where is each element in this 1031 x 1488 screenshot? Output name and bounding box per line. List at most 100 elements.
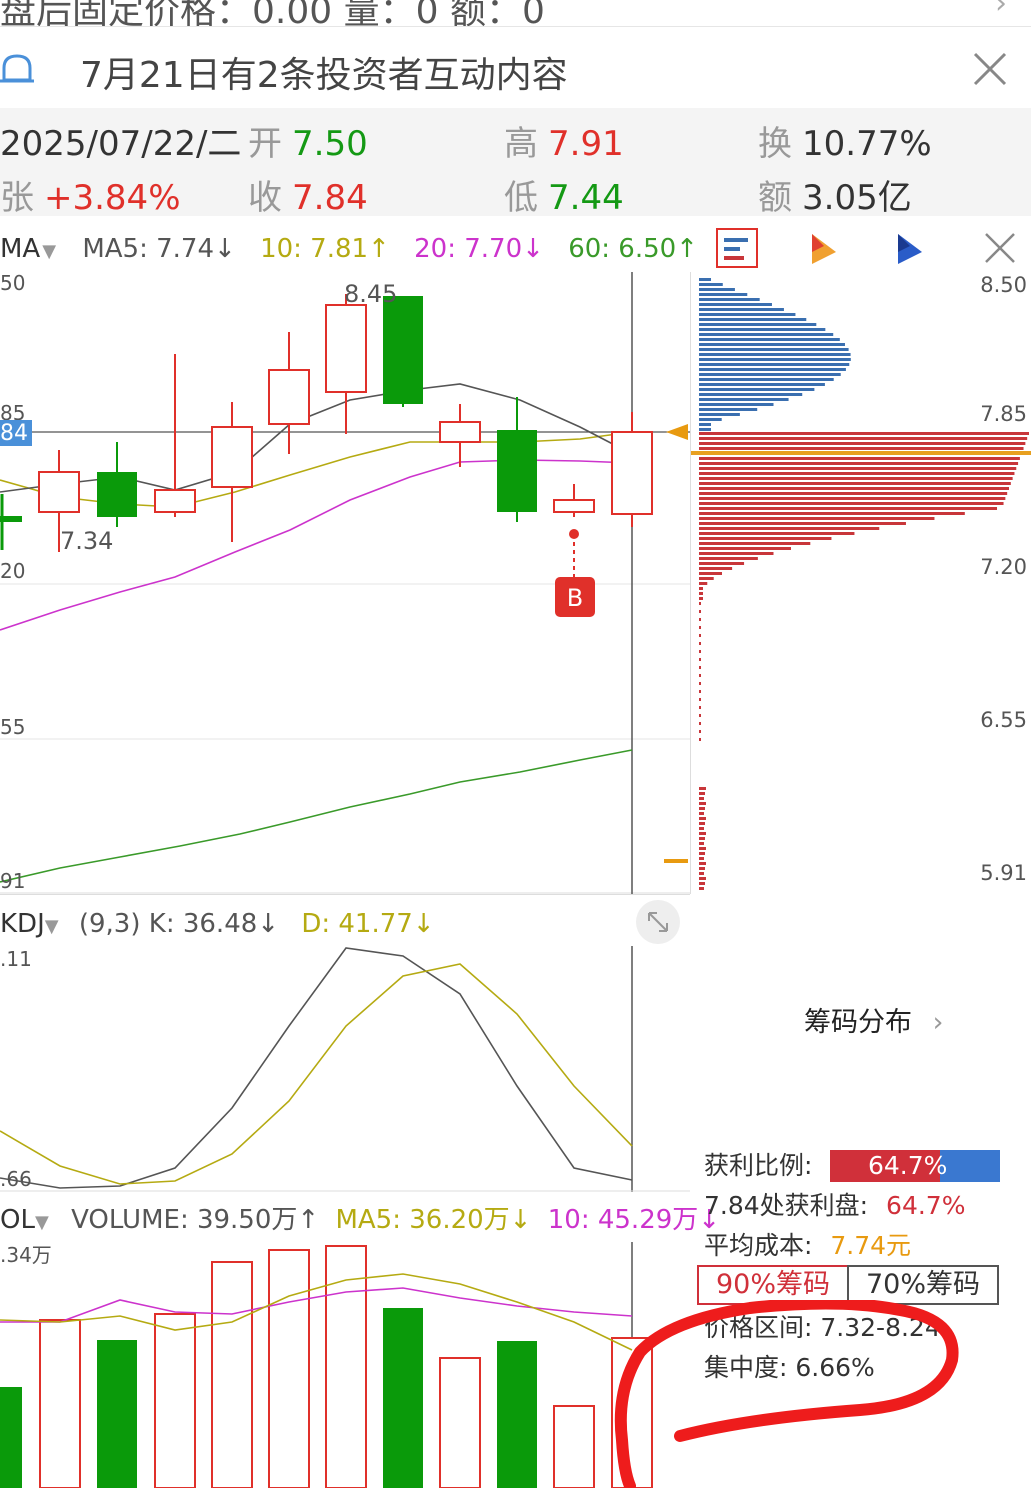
volume-value: VOLUME: 39.50万↑ bbox=[71, 1205, 320, 1235]
ma5-line bbox=[0, 383, 633, 493]
chip-bar bbox=[699, 807, 705, 810]
candle bbox=[439, 404, 481, 467]
chip-bar bbox=[699, 847, 706, 850]
chip-bar bbox=[699, 437, 1028, 440]
profit-ratio-bar: 64.7% bbox=[830, 1150, 1000, 1182]
chip-bar bbox=[699, 368, 846, 371]
candle bbox=[268, 332, 310, 454]
chip-bar bbox=[699, 674, 701, 677]
chip-distribution-chart[interactable]: 8.50 7.85 7.20 6.55 5.91 bbox=[691, 272, 1031, 894]
volume-bar bbox=[39, 1319, 81, 1488]
high-annotation: 8.45 bbox=[344, 280, 397, 308]
chip-y-label: 7.20 bbox=[980, 555, 1027, 579]
avg-cost-row: 平均成本: 7.74元 bbox=[704, 1226, 911, 1262]
y-label: 50 bbox=[0, 272, 25, 295]
volume-indicator-bar: OL▼ VOLUME: 39.50万↑ MA5: 36.20万↓ 10: 45.… bbox=[0, 1200, 720, 1240]
quote-panel: 2025/07/22/二 开 7.50 高 7.91 换 10.77% 张 +3.84%… bbox=[0, 108, 1031, 219]
chip-distribution-tab-icon[interactable] bbox=[716, 228, 758, 268]
kdj-k-value: K: 36.48↓ bbox=[148, 909, 280, 939]
chip-bar bbox=[699, 862, 706, 865]
kdj-y-top: .11 bbox=[0, 947, 32, 971]
low-label: 低 bbox=[504, 178, 538, 218]
chip-bar bbox=[699, 323, 817, 326]
chip-bar bbox=[699, 837, 705, 840]
chip-bar bbox=[699, 348, 849, 351]
chip-bar bbox=[699, 682, 701, 685]
chip-bar bbox=[699, 298, 760, 301]
profit-at-row: 7.84处获利盘: 64.7% bbox=[704, 1186, 965, 1222]
open-price: 开 7.50 bbox=[248, 116, 368, 165]
kdj-selector[interactable]: KDJ▼ bbox=[0, 909, 59, 939]
chip-bar bbox=[699, 512, 965, 515]
tab-90-chips[interactable]: 90%筹码 bbox=[697, 1265, 849, 1305]
ma60-value: 60: 6.50↑ bbox=[568, 234, 698, 264]
chip-bar bbox=[699, 388, 815, 391]
chevron-right-icon: › bbox=[932, 1007, 944, 1038]
chip-bar bbox=[699, 373, 841, 376]
chip-bar bbox=[699, 877, 706, 880]
ma10-line bbox=[0, 431, 633, 508]
volume-bar bbox=[439, 1357, 481, 1488]
close-value: 7.84 bbox=[292, 178, 368, 218]
close-price: 收 7.84 bbox=[248, 170, 368, 219]
dropdown-icon: ▼ bbox=[44, 916, 59, 937]
notice-text: 7月21日有2条投资者互动内容 bbox=[80, 55, 568, 96]
ma20-value: 20: 7.70↓ bbox=[414, 234, 544, 264]
current-price-label: 84 bbox=[0, 421, 28, 446]
chip-bar bbox=[699, 288, 735, 291]
chip-bar bbox=[699, 383, 825, 386]
chevron-right-icon[interactable]: › bbox=[995, 0, 1007, 21]
top-info-text: 盘后固定价格：0.00 量：0 额：0 bbox=[0, 0, 545, 27]
chip-bar bbox=[699, 428, 711, 431]
investor-notice-bar[interactable]: 7月21日有2条投资者互动内容 bbox=[0, 30, 1031, 109]
kdj-indicator-bar: KDJ▼ (9,3) K: 36.48↓ D: 41.77↓ bbox=[0, 904, 435, 944]
profit-ratio-label: 获利比例: bbox=[704, 1151, 813, 1180]
volume-bar bbox=[268, 1249, 310, 1488]
close-icon[interactable] bbox=[973, 52, 1007, 86]
candle bbox=[154, 354, 196, 517]
chip-bar bbox=[699, 634, 701, 637]
chip-bar bbox=[699, 542, 811, 545]
avg-cost-value: 7.74元 bbox=[830, 1231, 912, 1260]
candle bbox=[211, 402, 253, 542]
tab-70-chips[interactable]: 70%筹码 bbox=[847, 1265, 999, 1305]
profit-ratio-value: 64.7% bbox=[868, 1151, 948, 1180]
blue-chip-icon[interactable] bbox=[890, 228, 930, 268]
orange-chip-icon[interactable] bbox=[804, 228, 844, 268]
kline-chart[interactable]: B 8.45 7.34 50 85 84 20 55 91 bbox=[0, 272, 690, 894]
chip-bar bbox=[699, 403, 774, 406]
chip-bar bbox=[699, 547, 791, 550]
ma-selector[interactable]: MA ▼ bbox=[0, 234, 58, 264]
close-panel-icon[interactable] bbox=[984, 232, 1016, 264]
chip-distribution-link[interactable]: 筹码分布 › bbox=[804, 1000, 943, 1039]
top-info-strip: 盘后固定价格：0.00 量：0 额：0 › bbox=[0, 0, 1031, 27]
candle bbox=[383, 296, 423, 407]
chip-bar bbox=[699, 537, 832, 540]
ma-indicator-bar: MA ▼ MA5: 7.74↓ 10: 7.81↑ 20: 7.70↓ 60: 6… bbox=[0, 228, 698, 270]
expand-button[interactable] bbox=[636, 900, 680, 944]
chip-bar bbox=[699, 278, 711, 281]
volume-chart[interactable]: .34万 bbox=[0, 1242, 690, 1488]
profit-at-value: 64.7% bbox=[886, 1191, 966, 1220]
low-value: 7.44 bbox=[548, 178, 624, 218]
chip-bar bbox=[699, 812, 704, 815]
candle bbox=[325, 294, 367, 434]
kdj-chart[interactable]: .11 .66 bbox=[0, 946, 690, 1192]
chip-bar bbox=[699, 442, 1026, 445]
chip-bar bbox=[699, 572, 722, 575]
profit-at-label: 7.84处获利盘: bbox=[704, 1191, 869, 1220]
chip-bar bbox=[699, 792, 705, 795]
chip-bar bbox=[699, 857, 704, 860]
dropdown-icon: ▼ bbox=[34, 1212, 49, 1233]
chip-bar bbox=[699, 333, 834, 336]
chip-bar bbox=[699, 472, 1015, 475]
chip-bar bbox=[699, 393, 803, 396]
vol-selector[interactable]: OL▼ bbox=[0, 1205, 49, 1235]
chip-bar bbox=[699, 714, 701, 717]
y-label: 91 bbox=[0, 869, 25, 893]
chip-bar bbox=[699, 378, 834, 381]
high-price: 高 7.91 bbox=[504, 116, 624, 165]
high-label: 高 bbox=[504, 124, 538, 164]
chip-bar bbox=[699, 882, 705, 885]
low-annotation: 7.34 bbox=[60, 527, 113, 555]
